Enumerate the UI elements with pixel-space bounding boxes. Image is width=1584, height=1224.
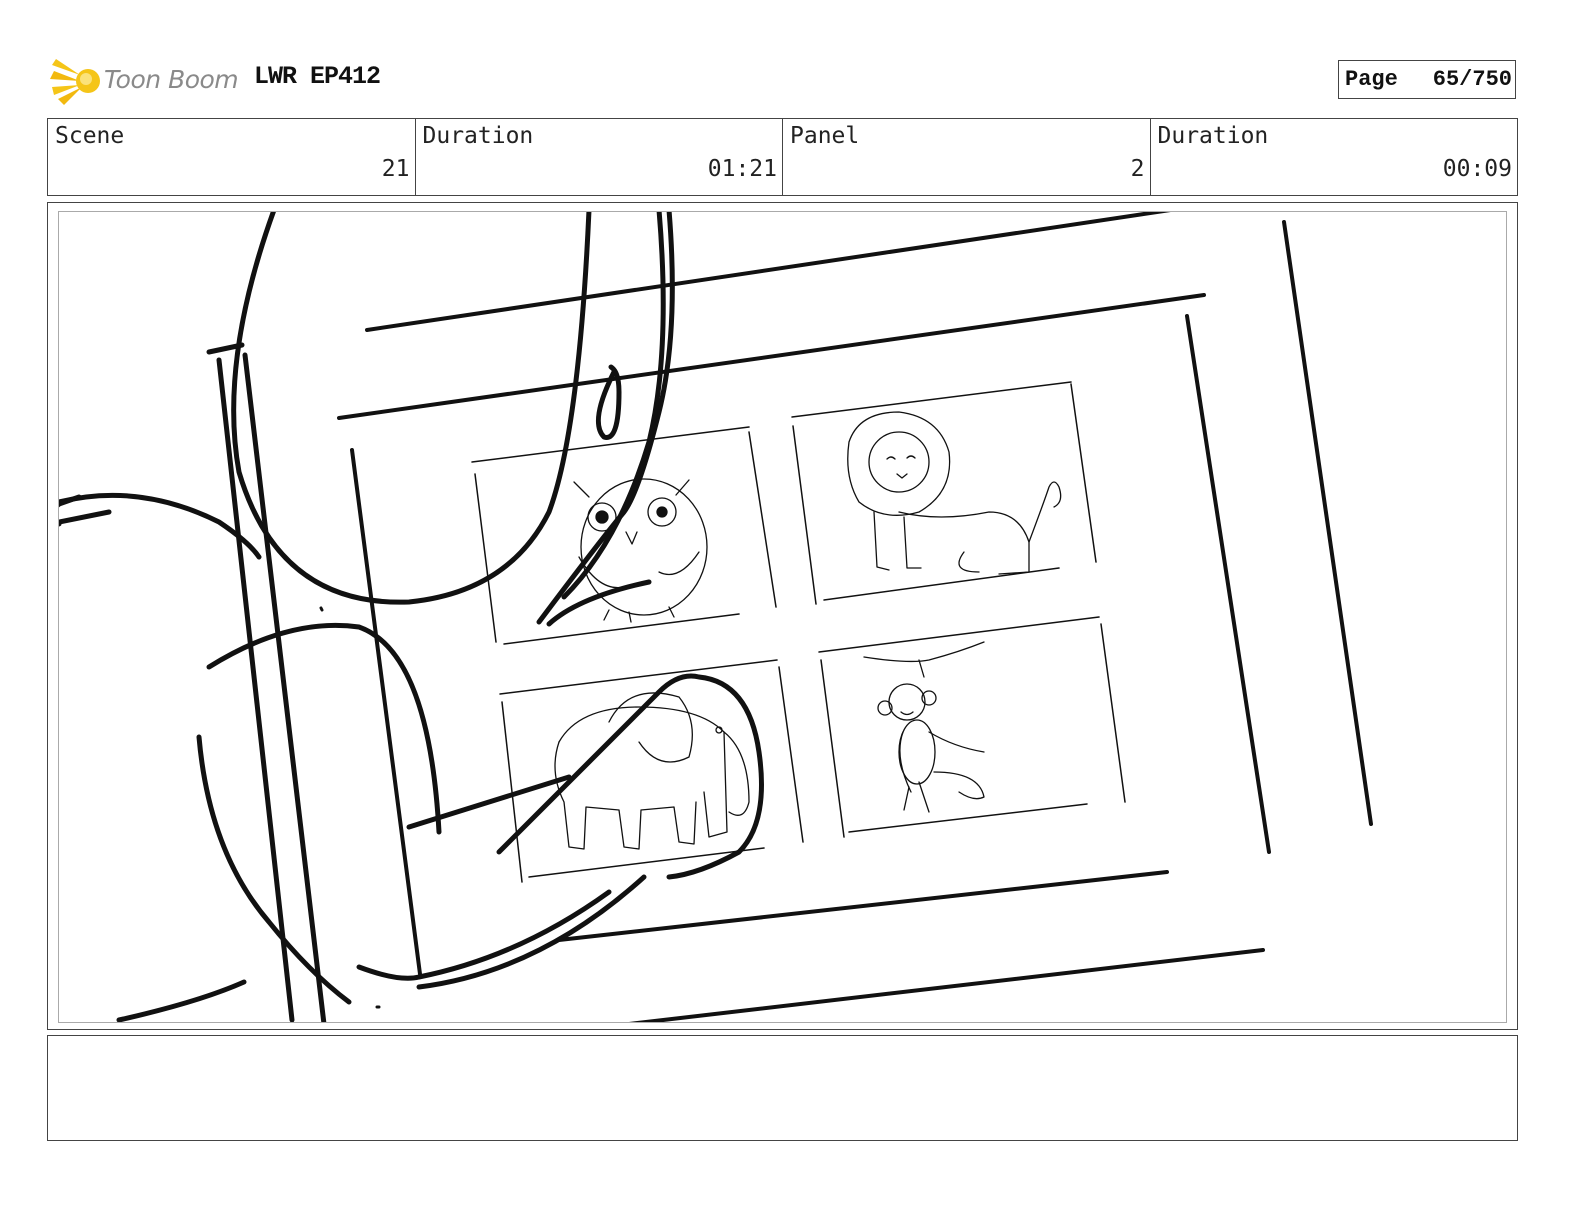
page-indicator: Page 65/750 bbox=[1338, 60, 1516, 99]
project-title: LWR EP412 bbox=[254, 62, 381, 91]
lion-sketch bbox=[847, 411, 1062, 575]
scene-duration-label: Duration bbox=[422, 123, 534, 149]
panel-value: 2 bbox=[1130, 156, 1145, 182]
picture-frames bbox=[471, 381, 1126, 883]
monkey-sketch bbox=[863, 641, 985, 813]
toon-boom-logo: Toon Boom bbox=[50, 55, 240, 107]
page-value: 65/750 bbox=[1432, 67, 1512, 92]
panel-notes-box bbox=[47, 1035, 1518, 1141]
storyboard-sketch bbox=[59, 212, 1373, 1022]
panel-cell: Panel 2 bbox=[783, 119, 1151, 195]
scene-duration-cell: Duration 01:21 bbox=[416, 119, 783, 195]
scene-info-bar: Scene 21 Duration 01:21 Panel 2 Duration… bbox=[47, 118, 1518, 196]
logo-text: Toon Boom bbox=[104, 65, 239, 94]
stray-marks bbox=[319, 606, 381, 1009]
panel-duration-value: 00:09 bbox=[1442, 156, 1512, 182]
page-label: Page bbox=[1345, 67, 1398, 92]
scene-value: 21 bbox=[381, 156, 410, 182]
board-frame-lines bbox=[337, 212, 1373, 1022]
panel-label: Panel bbox=[790, 123, 860, 149]
scene-label: Scene bbox=[55, 123, 125, 149]
toon-boom-burst-icon bbox=[50, 59, 100, 105]
panel-drawing-area bbox=[58, 211, 1507, 1023]
storyboard-panel bbox=[47, 202, 1518, 1030]
panel-duration-cell: Duration 00:09 bbox=[1151, 119, 1518, 195]
scene-duration-value: 01:21 bbox=[707, 156, 777, 182]
elephant-sketch bbox=[554, 692, 750, 850]
scene-cell: Scene 21 bbox=[48, 119, 416, 195]
panel-duration-label: Duration bbox=[1157, 123, 1269, 149]
